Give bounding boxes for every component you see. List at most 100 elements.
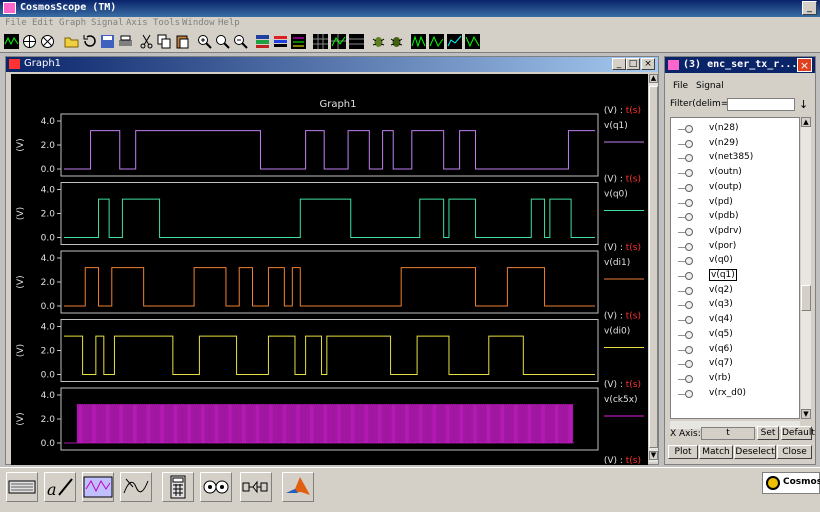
plot-panel-frame xyxy=(60,319,599,382)
waveform-trace xyxy=(64,198,595,238)
close-button[interactable]: Close xyxy=(777,445,812,459)
xaxis-input[interactable]: t xyxy=(701,427,755,440)
minimize-icon[interactable]: _ xyxy=(802,1,817,15)
keyboard-icon[interactable] xyxy=(6,472,38,502)
signal-node-icon xyxy=(678,242,693,251)
signal-list-item-label: v(pd) xyxy=(709,196,733,207)
filter-input[interactable] xyxy=(727,98,795,111)
scroll-down-icon[interactable]: ▼ xyxy=(801,409,811,419)
signal-list-item-label: v(q7) xyxy=(709,358,733,369)
scroll-up-icon[interactable]: ▲ xyxy=(801,117,811,127)
menu-tools[interactable]: Tools xyxy=(153,18,180,28)
measure-icon-3[interactable] xyxy=(446,33,463,50)
plot-panel-frame xyxy=(60,250,599,314)
scroll-thumb[interactable] xyxy=(649,86,658,448)
y-tick-label: 2.0 xyxy=(41,141,56,151)
scope-display-icon[interactable] xyxy=(82,472,114,502)
script-pen-icon[interactable]: a xyxy=(44,472,76,502)
scroll-up-icon[interactable]: ▲ xyxy=(649,74,658,83)
cosmos-logo-icon xyxy=(766,476,780,490)
set-button[interactable]: Set xyxy=(757,426,779,440)
calculator-icon[interactable] xyxy=(162,472,194,502)
xaxis-label: X Axis: xyxy=(670,429,701,439)
color-bars-icon[interactable] xyxy=(272,33,289,50)
paste-icon[interactable] xyxy=(174,33,191,50)
signal-list-item-label: v(n29) xyxy=(709,137,739,148)
bug-icon[interactable] xyxy=(370,33,387,50)
y-tick-label: 4.0 xyxy=(41,323,56,333)
reload-icon[interactable] xyxy=(81,33,98,50)
graph-vertical-scrollbar[interactable]: ▲ ▼ xyxy=(649,74,658,462)
cosmos-brand: CosmosS xyxy=(762,472,820,494)
grid-circle-icon[interactable] xyxy=(21,33,38,50)
filter-arrow-icon[interactable]: ↓ xyxy=(799,98,808,111)
grid-icon-2[interactable] xyxy=(330,33,347,50)
legend-entry: v(di1) xyxy=(604,258,630,268)
graph-window: Graph1 _ □ × Graph1 4.0 2.0 0.0 (V) (V) : t(s… xyxy=(5,56,659,465)
signal-node-icon xyxy=(678,125,693,133)
signal-menu-file[interactable]: File xyxy=(673,81,688,91)
plot-panel-frame xyxy=(60,182,599,245)
menu-file[interactable]: File xyxy=(5,18,27,28)
signal-list-item-label: v(net385) xyxy=(709,152,754,163)
legend-entry: v(di0) xyxy=(604,327,630,337)
legend-icon[interactable] xyxy=(290,33,307,50)
graph-window-icon xyxy=(9,59,20,69)
open-folder-icon[interactable] xyxy=(63,33,80,50)
signal-node-icon xyxy=(678,374,693,383)
signal-node-icon xyxy=(678,389,693,398)
cut-icon[interactable] xyxy=(138,33,155,50)
legend-entry: v(q0) xyxy=(604,190,628,200)
legend-entry: v(ck5x) xyxy=(604,395,638,405)
grid-circle-icon-2[interactable] xyxy=(39,33,56,50)
close-icon[interactable]: × xyxy=(797,58,812,72)
measure-icon-4[interactable] xyxy=(464,33,481,50)
stack-icon[interactable] xyxy=(254,33,271,50)
graph-window-title-bar: Graph1 _ □ × xyxy=(6,57,658,72)
graph-window-title: Graph1 xyxy=(24,58,62,69)
zoom-box-icon[interactable] xyxy=(214,33,231,50)
signal-wave-icon[interactable] xyxy=(120,472,152,502)
scroll-down-icon[interactable]: ▼ xyxy=(649,451,658,460)
default-button[interactable]: Default xyxy=(781,426,815,440)
menu-signal[interactable]: Signal xyxy=(91,18,124,28)
menu-edit[interactable]: Edit xyxy=(32,18,54,28)
waveform-icon[interactable] xyxy=(3,33,20,50)
signal-list-item-label: v(pdb) xyxy=(709,211,739,222)
y-tick-label: 4.0 xyxy=(41,391,56,401)
plot-area[interactable]: Graph1 4.0 2.0 0.0 (V) (V) : t(s) v(q1) 4.0 2.0 0… xyxy=(11,74,648,465)
grid-icon[interactable] xyxy=(312,33,329,50)
deselect-button[interactable]: Deselect xyxy=(734,445,776,459)
grid-icon-3[interactable] xyxy=(348,33,365,50)
waveform-trace xyxy=(64,130,595,170)
menu-window[interactable]: Window xyxy=(182,18,215,28)
signal-node-icon xyxy=(678,198,693,207)
copy-icon[interactable] xyxy=(156,33,173,50)
plot-button[interactable]: Plot xyxy=(668,445,698,459)
signal-list-item-label: v(outp) xyxy=(709,181,742,192)
app-title: CosmosScope (TM) xyxy=(20,2,117,13)
print-icon[interactable] xyxy=(117,33,134,50)
close-icon[interactable]: × xyxy=(641,58,655,70)
bug-icon-2[interactable] xyxy=(388,33,405,50)
measure-icon[interactable] xyxy=(410,33,427,50)
signal-list[interactable]: v(n28) v(n29) v(net385) v(outn) v(outp) v(pd)… xyxy=(670,117,800,419)
maximize-icon[interactable]: □ xyxy=(626,58,640,70)
zoom-out-icon[interactable] xyxy=(232,33,249,50)
match-button[interactable]: Match xyxy=(699,445,733,459)
minimize-icon[interactable]: _ xyxy=(612,58,626,70)
save-icon[interactable] xyxy=(99,33,116,50)
signal-list-scrollbar[interactable]: ▲ ▼ xyxy=(801,117,811,419)
matlab-icon[interactable] xyxy=(282,472,314,502)
menu-graph[interactable]: Graph xyxy=(59,18,86,28)
menu-axis[interactable]: Axis xyxy=(126,18,148,28)
signal-menu-signal[interactable]: Signal xyxy=(696,81,724,91)
signal-node-icon xyxy=(678,227,693,236)
circuit-icon[interactable] xyxy=(240,472,272,502)
brand-text: CosmosS xyxy=(783,477,820,487)
zoom-in-icon[interactable] xyxy=(196,33,213,50)
radiation-icon[interactable] xyxy=(200,472,232,502)
menu-help[interactable]: Help xyxy=(218,18,240,28)
scroll-thumb[interactable] xyxy=(801,285,811,311)
measure-icon-2[interactable] xyxy=(428,33,445,50)
